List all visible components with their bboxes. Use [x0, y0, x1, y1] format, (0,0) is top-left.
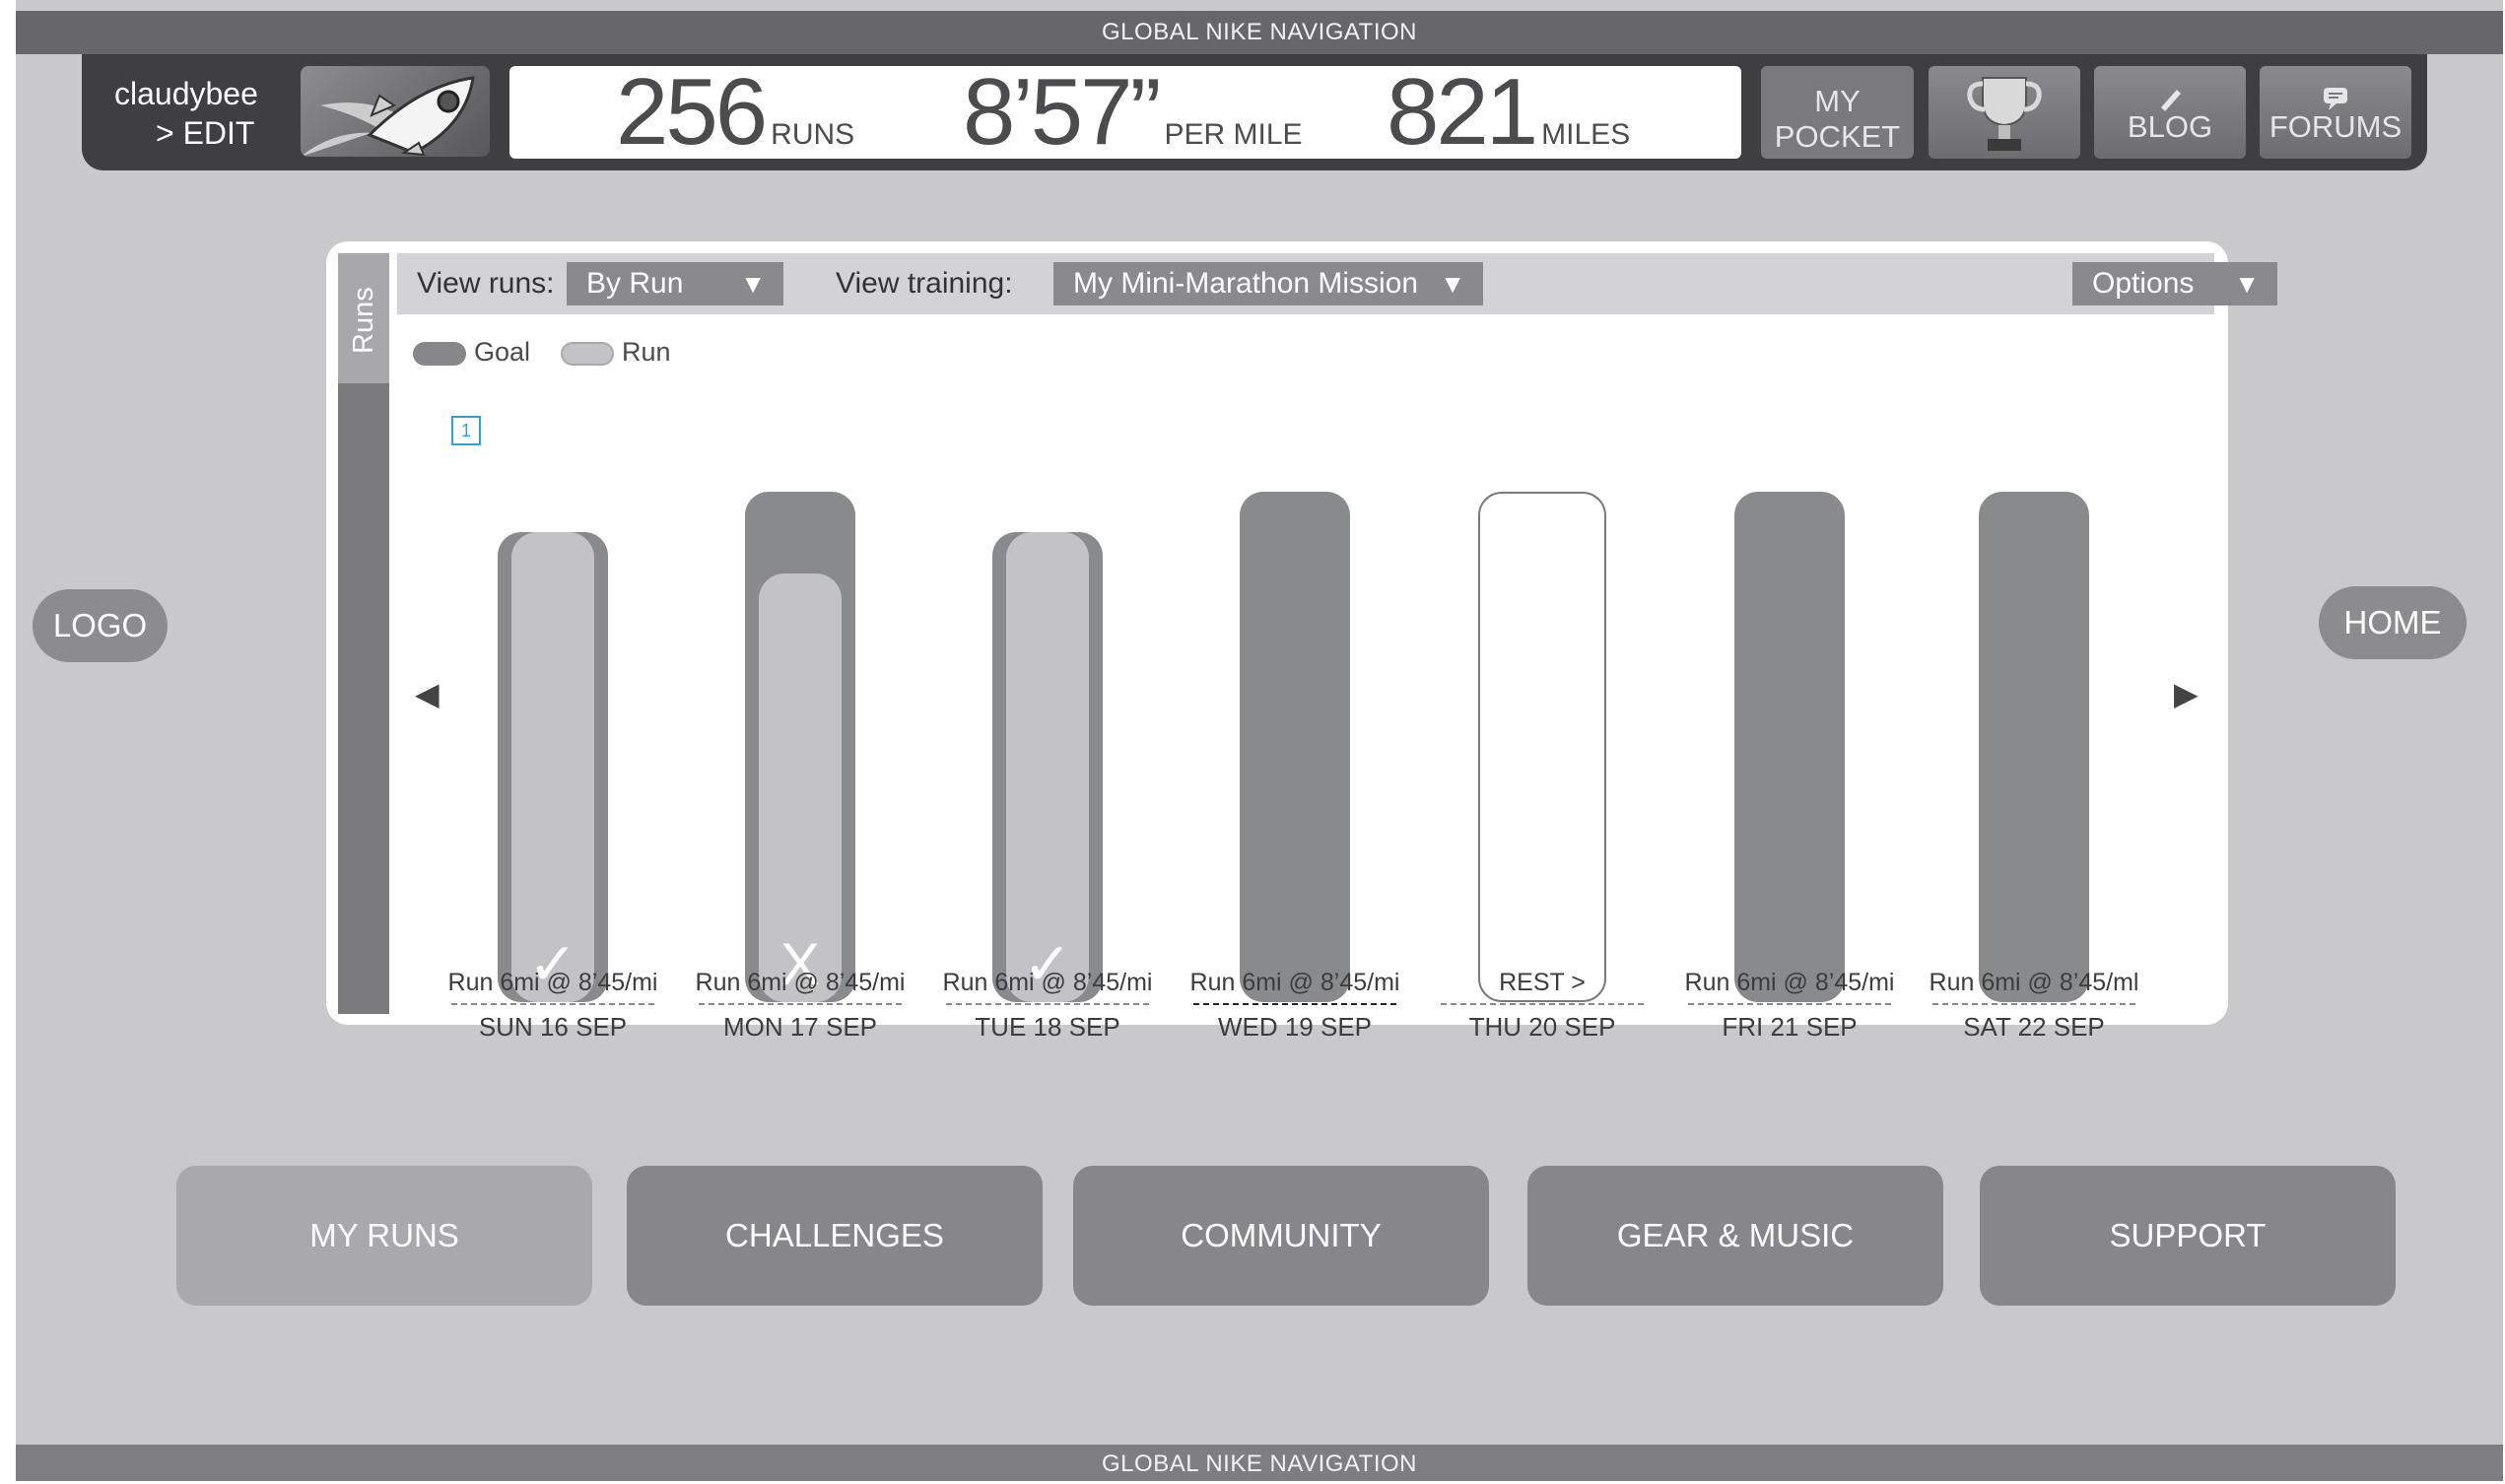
- runs-stat: 256 RUNS: [616, 65, 855, 160]
- day-divider: [699, 1003, 902, 1005]
- rest-day-bar[interactable]: [1478, 492, 1606, 1002]
- day-date-label: MON 17 SEP: [722, 1012, 878, 1042]
- day-date-label: WED 19 SEP: [1217, 1012, 1373, 1042]
- blog-button[interactable]: BLOG: [2094, 66, 2246, 159]
- speech-bubble-icon: [2260, 84, 2411, 110]
- dropdown-arrow-icon: ▼: [2234, 269, 2260, 299]
- day-divider: [1688, 1003, 1891, 1005]
- day-date-label: TUE 18 SEP: [975, 1012, 1120, 1042]
- nav-my-runs[interactable]: MY RUNS: [176, 1166, 592, 1306]
- legend-goal-label: Goal: [474, 337, 531, 367]
- day-date-label: THU 20 SEP: [1468, 1012, 1616, 1042]
- dropdown-arrow-icon: ▼: [740, 269, 766, 299]
- edit-profile-link[interactable]: > EDIT: [114, 113, 272, 153]
- day-plan-label: Run 6mi @ 8’45/mi: [1189, 969, 1400, 996]
- next-week-arrow-icon[interactable]: ▶: [2174, 675, 2199, 712]
- view-training-label: View training:: [836, 267, 1013, 300]
- day-date-label: SUN 16 SEP: [478, 1012, 628, 1042]
- goal-bar[interactable]: [1979, 492, 2089, 1002]
- runs-unit: RUNS: [771, 118, 855, 151]
- nav-challenges[interactable]: CHALLENGES: [627, 1166, 1043, 1306]
- pace-stat: 8’57” PER MILE: [963, 65, 1303, 160]
- day-column[interactable]: Run 6mi @ 8’45/mi FRI 21 SEP: [1676, 389, 1903, 1042]
- day-column[interactable]: Run 6mi @ 8’45/mi WED 19 SEP: [1182, 389, 1408, 1042]
- runs-card: Runs View runs: By Run ▼ View training: …: [326, 241, 2277, 1042]
- user-block: claudybee > EDIT: [114, 74, 272, 153]
- runs-tab-label: Runs: [348, 287, 379, 354]
- day-date-label: SAT 22 SEP: [1963, 1012, 2105, 1042]
- miles-stat: 821 MILES: [1387, 65, 1631, 160]
- day-column[interactable]: 1 ✓ Run 6mi @ 8’45/mi SUN 16 SEP: [440, 389, 666, 1042]
- options-label: Options: [2092, 267, 2195, 300]
- avatar[interactable]: [301, 66, 490, 157]
- my-pocket-label-line2: POCKET: [1774, 119, 1901, 154]
- runs-side-tab[interactable]: Runs: [338, 253, 389, 1014]
- forums-label: FORUMS: [2268, 109, 2403, 144]
- blog-label: BLOG: [2127, 109, 2213, 144]
- username[interactable]: claudybee: [114, 74, 272, 113]
- stats-panel: 256 RUNS 8’57” PER MILE 821 MILES: [509, 65, 1741, 160]
- day-column[interactable]: X Run 6mi @ 8’45/mi MON 17 SEP: [687, 389, 914, 1042]
- runs-count: 256: [616, 59, 768, 165]
- view-training-value: My Mini-Marathon Mission: [1073, 267, 1419, 300]
- legend-run: Run: [561, 332, 671, 371]
- view-runs-dropdown[interactable]: By Run ▼: [567, 262, 783, 305]
- goal-bar[interactable]: [1240, 492, 1350, 1002]
- day-column[interactable]: REST > THU 20 SEP: [1429, 389, 1656, 1042]
- my-pocket-label-line1: MY: [1814, 84, 1861, 118]
- page-frame: GLOBAL NIKE NAVIGATION claudybee > EDIT …: [16, 0, 2503, 1481]
- trophy-icon: [1967, 77, 2042, 151]
- logo-button[interactable]: LOGO: [33, 589, 168, 662]
- day-column[interactable]: ✓ Run 6mi @ 8’45/mi TUE 18 SEP: [934, 389, 1161, 1042]
- day-plan-label: Run 6mi @ 8’45/mi: [447, 969, 658, 996]
- forums-button[interactable]: FORUMS: [2260, 66, 2411, 159]
- legend-run-label: Run: [622, 337, 671, 367]
- day-divider: [1193, 1003, 1396, 1005]
- day-divider: [946, 1003, 1149, 1005]
- legend-run-swatch: [561, 341, 614, 366]
- goal-bar[interactable]: [1734, 492, 1845, 1002]
- nav-community[interactable]: COMMUNITY: [1073, 1166, 1489, 1306]
- legend-goal: Goal: [413, 332, 530, 371]
- day-divider: [1932, 1003, 2135, 1005]
- home-button[interactable]: HOME: [2319, 586, 2467, 659]
- global-nav-bottom[interactable]: GLOBAL NIKE NAVIGATION: [16, 1445, 2503, 1481]
- day-plan-label: Run 6mi @ 8’45/mi: [1684, 969, 1895, 996]
- runs-toolbar: View runs: By Run ▼ View training: My Mi…: [397, 253, 2277, 314]
- rocket-icon: [301, 76, 475, 157]
- day-date-label: FRI 21 SEP: [1722, 1012, 1858, 1042]
- miles-count: 821: [1387, 59, 1538, 165]
- nav-support[interactable]: SUPPORT: [1980, 1166, 2396, 1306]
- view-training-dropdown[interactable]: My Mini-Marathon Mission ▼: [1053, 262, 1483, 305]
- view-runs-label: View runs:: [417, 267, 555, 300]
- day-plan-label: Run 6mi @ 8’45/mi: [695, 969, 906, 996]
- day-plan-label: Run 6mi @ 8’45/ml: [1929, 969, 2139, 996]
- global-nav-top[interactable]: GLOBAL NIKE NAVIGATION: [16, 11, 2503, 54]
- my-pocket-button[interactable]: MY POCKET: [1761, 66, 1914, 159]
- pace-unit: PER MILE: [1164, 118, 1303, 151]
- day-divider: [451, 1003, 654, 1005]
- miles-unit: MILES: [1541, 118, 1631, 151]
- pencil-icon: [2094, 84, 2246, 111]
- legend-goal-swatch: [413, 341, 466, 366]
- day-plan-label: REST >: [1499, 969, 1586, 996]
- day-divider: [1441, 1003, 1644, 1005]
- run-count-badge[interactable]: 1: [451, 416, 481, 445]
- dropdown-arrow-icon: ▼: [1440, 269, 1465, 299]
- options-dropdown[interactable]: Options ▼: [2072, 262, 2277, 305]
- day-plan-label: Run 6mi @ 8’45/mi: [942, 969, 1153, 996]
- view-runs-value: By Run: [586, 267, 684, 300]
- nav-gear-music[interactable]: GEAR & MUSIC: [1527, 1166, 1943, 1306]
- previous-week-arrow-icon[interactable]: ◀: [415, 675, 440, 712]
- trophy-button[interactable]: [1929, 66, 2080, 159]
- pace-value: 8’57”: [963, 59, 1161, 165]
- day-column[interactable]: Run 6mi @ 8’45/ml SAT 22 SEP: [1921, 389, 2147, 1042]
- profile-header: claudybee > EDIT 256 RUNS 8’57” PER MILE 8…: [82, 54, 2427, 170]
